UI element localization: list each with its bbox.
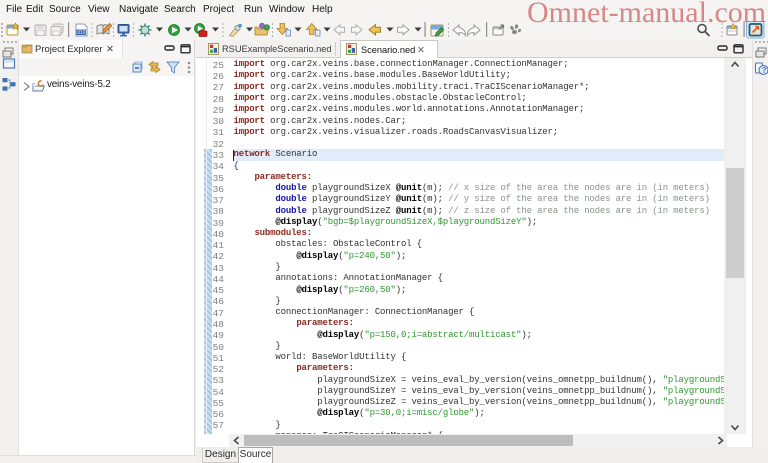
svg-text:?: ? (762, 66, 767, 75)
svg-text:010: 010 (77, 30, 86, 36)
